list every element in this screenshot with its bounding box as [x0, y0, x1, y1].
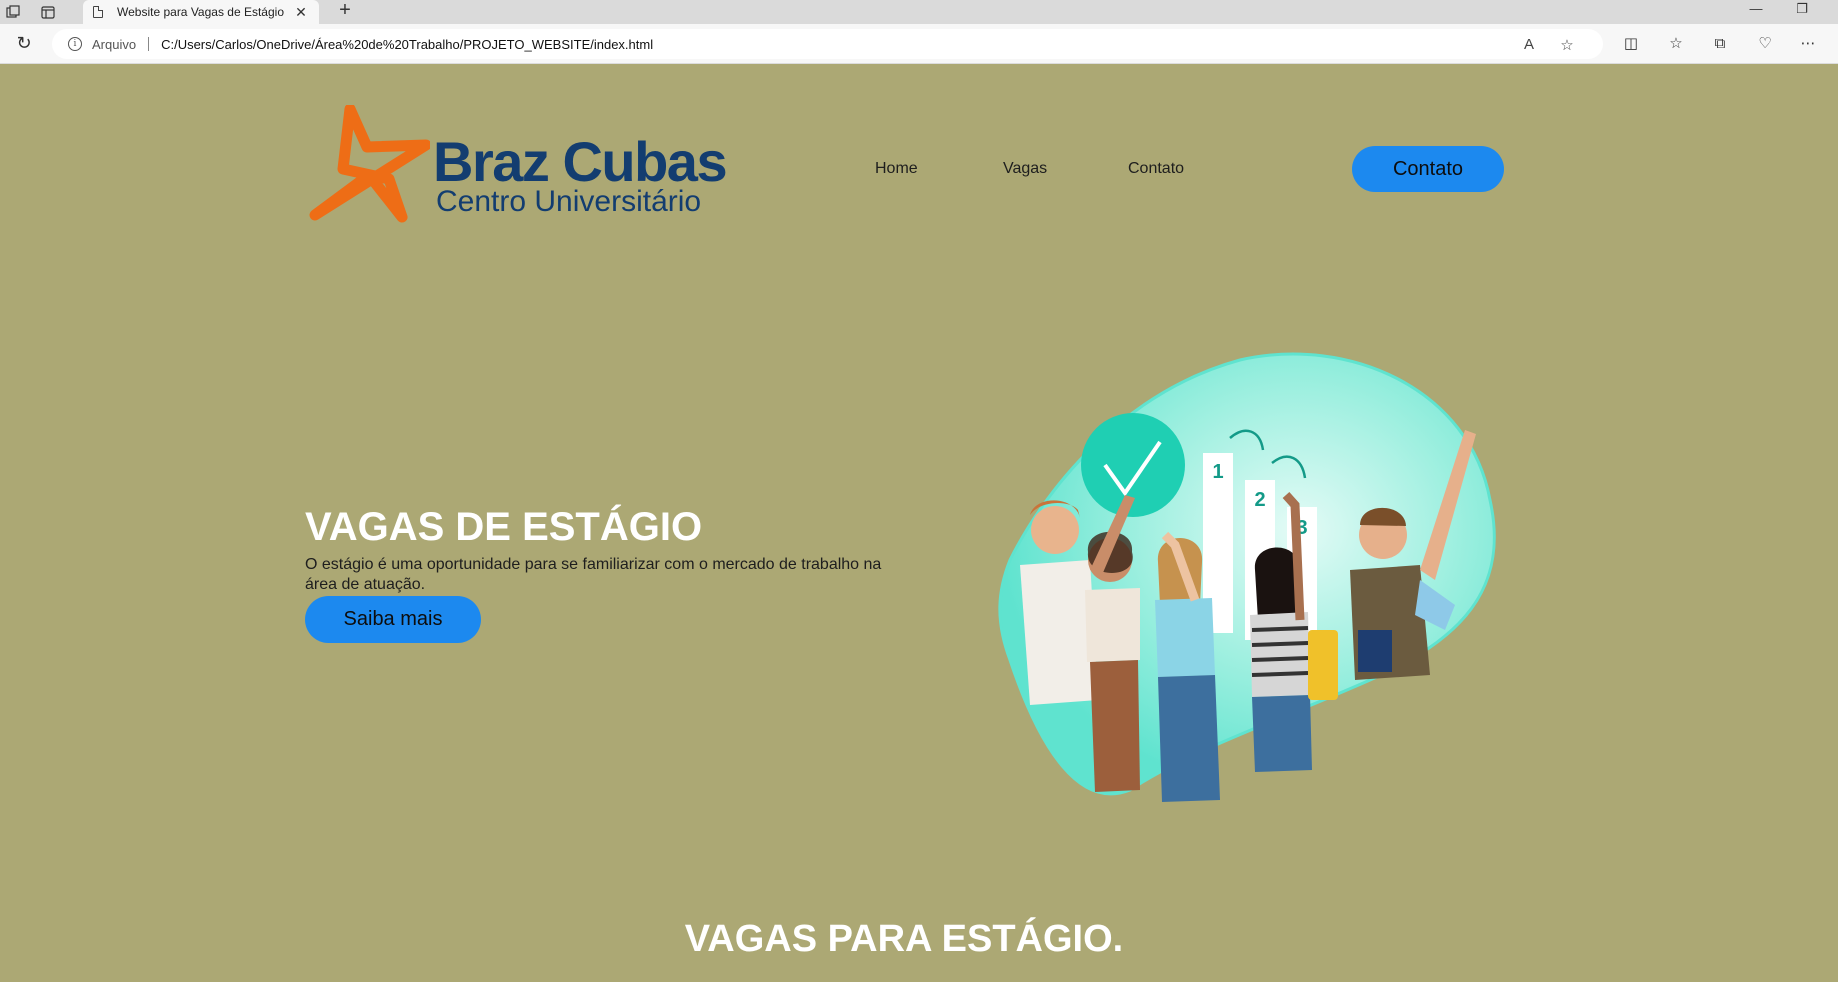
hero-title: VAGAS DE ESTÁGIO [305, 505, 703, 549]
hero-illustration: 1 2 3 [990, 330, 1510, 810]
more-menu-icon[interactable]: ⋯ [1795, 32, 1821, 56]
page-icon [93, 6, 103, 18]
address-divider [148, 37, 150, 51]
hero-text: O estágio é uma oportunidade para se fam… [305, 556, 882, 593]
nav-home[interactable]: Home [875, 160, 918, 178]
star-logo-icon [309, 105, 430, 223]
read-aloud-icon[interactable]: A [1518, 36, 1540, 53]
workspaces-icon[interactable] [2, 2, 24, 22]
address-label: Arquivo [92, 36, 137, 52]
collections-icon[interactable]: ⧉ [1707, 32, 1733, 56]
url-text[interactable]: C:/Users/Carlos/OneDrive/Área%20de%20Tra… [161, 37, 653, 52]
tab-actions-icon[interactable] [37, 2, 59, 22]
svg-text:2: 2 [1254, 489, 1265, 511]
nav-vagas[interactable]: Vagas [1003, 160, 1047, 178]
minimize-icon[interactable]: — [1736, 0, 1776, 22]
contato-button[interactable]: Contato [1352, 146, 1504, 192]
favorites-icon[interactable]: ☆ [1663, 32, 1689, 56]
nav-contato[interactable]: Contato [1128, 160, 1184, 178]
url-field[interactable]: i Arquivo C:/Users/Carlos/OneDrive/Área%… [52, 29, 1603, 59]
info-icon[interactable]: i [68, 37, 82, 51]
restore-icon[interactable]: ❐ [1782, 0, 1822, 22]
tab-title: Website para Vagas de Estágio [117, 5, 284, 19]
browser-tab-active[interactable]: Website para Vagas de Estágio ✕ [83, 0, 319, 24]
svg-text:1: 1 [1212, 461, 1223, 483]
logo-subtitle: Centro Universitário [436, 185, 702, 218]
favorite-star-icon[interactable]: ☆ [1556, 36, 1578, 54]
close-tab-icon[interactable]: ✕ [293, 4, 309, 21]
section-title: VAGAS PARA ESTÁGIO. [684, 918, 1124, 960]
logo[interactable]: Braz Cubas Centro Universitário [305, 105, 728, 230]
reload-icon[interactable]: ↻ [12, 32, 36, 56]
browser-essentials-icon[interactable]: ♡ [1752, 32, 1778, 56]
browser-tab-bar: Website para Vagas de Estágio ✕ + — ❐ [0, 0, 1838, 24]
new-tab-icon[interactable]: + [334, 0, 356, 22]
split-screen-icon[interactable]: ◫ [1618, 32, 1644, 56]
saiba-mais-button[interactable]: Saiba mais [305, 596, 481, 643]
address-bar: ↻ i Arquivo C:/Users/Carlos/OneDrive/Áre… [0, 24, 1838, 64]
